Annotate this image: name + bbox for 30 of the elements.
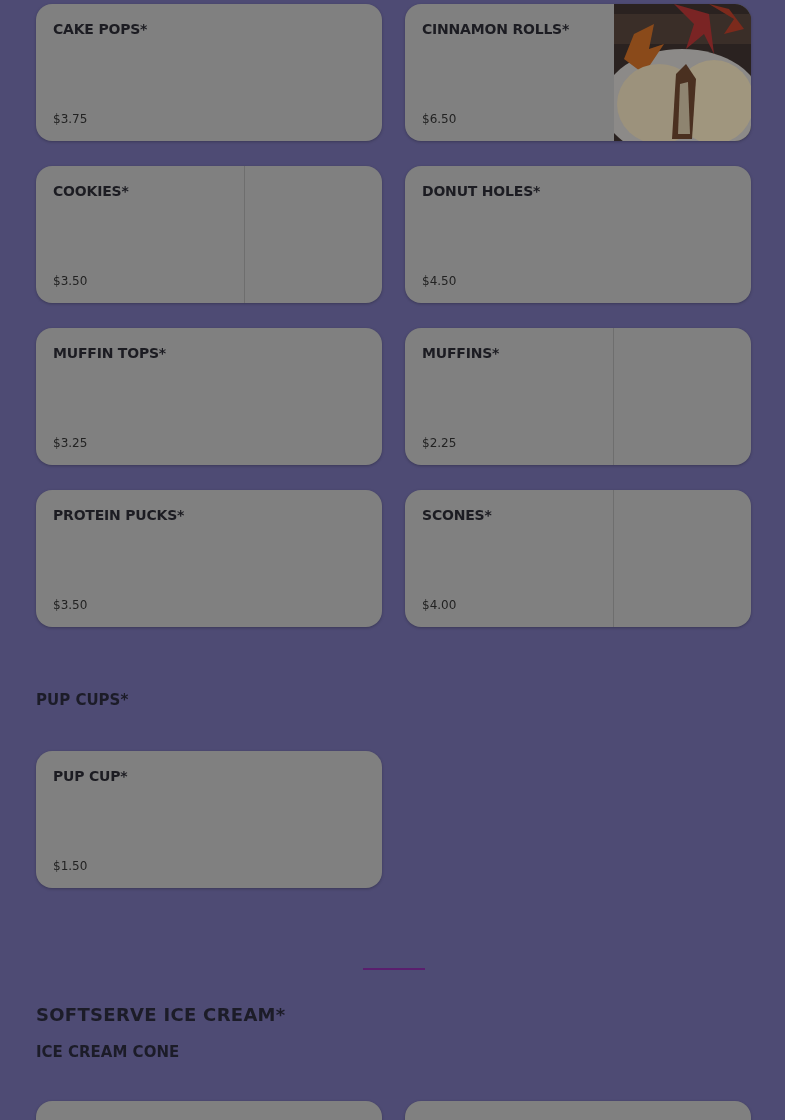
item-name: COOKIES* [53, 183, 130, 199]
subsection-heading: ICE CREAM CONE [36, 1043, 181, 1061]
section-heading: SOFTSERVE ICE CREAM* [36, 1004, 287, 1025]
item-price: $1.50 [53, 859, 89, 873]
item-name: SCONES* [422, 507, 493, 523]
menu-card[interactable]: MUFFINS* $2.25 [405, 328, 751, 465]
menu-card[interactable]: MUFFIN TOPS* $3.25 [36, 328, 382, 465]
menu-card[interactable]: SCONES* $4.00 [405, 490, 751, 627]
item-price: $4.50 [422, 274, 458, 288]
item-name: CAKE POPS* [53, 21, 149, 37]
item-price: $6.50 [422, 112, 458, 126]
menu-card[interactable]: DONUT HOLES* $4.50 [405, 166, 751, 303]
section-heading: PUP CUPS* [36, 691, 130, 709]
item-name: CINNAMON ROLLS* [422, 21, 571, 37]
item-price: $2.25 [422, 436, 458, 450]
item-price: $3.75 [53, 112, 89, 126]
menu-card[interactable]: CAKE POPS* $3.75 [36, 4, 382, 141]
menu-card[interactable]: PROTEIN PUCKS* $3.50 [36, 490, 382, 627]
item-price: $3.50 [53, 598, 89, 612]
menu-card[interactable]: CINNAMON ROLLS* $6.50 [405, 4, 751, 141]
item-name: PUP CUP* [53, 768, 129, 784]
item-name: PROTEIN PUCKS* [53, 507, 186, 523]
menu-card[interactable]: PUP CUP* $1.50 [36, 751, 382, 888]
menu-card[interactable]: COOKIES* $3.50 [36, 166, 382, 303]
item-name: DONUT HOLES* [422, 183, 542, 199]
item-price: $4.00 [422, 598, 458, 612]
item-price: $3.25 [53, 436, 89, 450]
item-name: MUFFINS* [422, 345, 501, 361]
item-name: MUFFIN TOPS* [53, 345, 167, 361]
item-price: $3.50 [53, 274, 89, 288]
